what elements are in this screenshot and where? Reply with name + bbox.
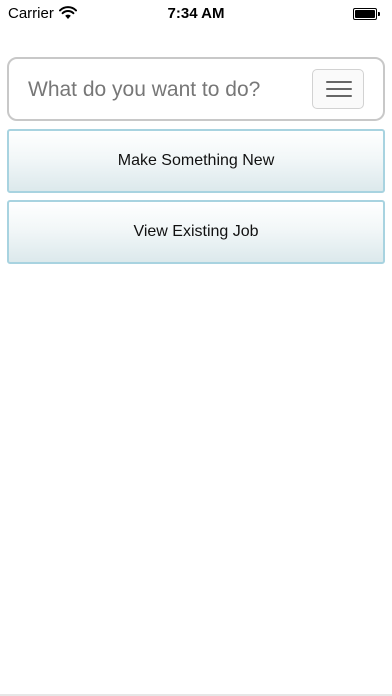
make-something-new-label: Make Something New xyxy=(117,152,275,169)
make-something-new-button[interactable]: Make Something New xyxy=(7,129,385,193)
view-existing-job-button[interactable]: View Existing Job xyxy=(7,200,385,264)
clock-time: 7:34 AM xyxy=(167,5,225,22)
prompt-title: What do you want to do? xyxy=(28,78,261,101)
prompt-box: What do you want to do? xyxy=(7,57,385,121)
status-bar: Carrier 7:34 AM xyxy=(0,0,392,30)
battery-icon xyxy=(353,8,381,20)
menu-button[interactable] xyxy=(312,69,364,109)
view-existing-job-label: View Existing Job xyxy=(133,223,259,240)
